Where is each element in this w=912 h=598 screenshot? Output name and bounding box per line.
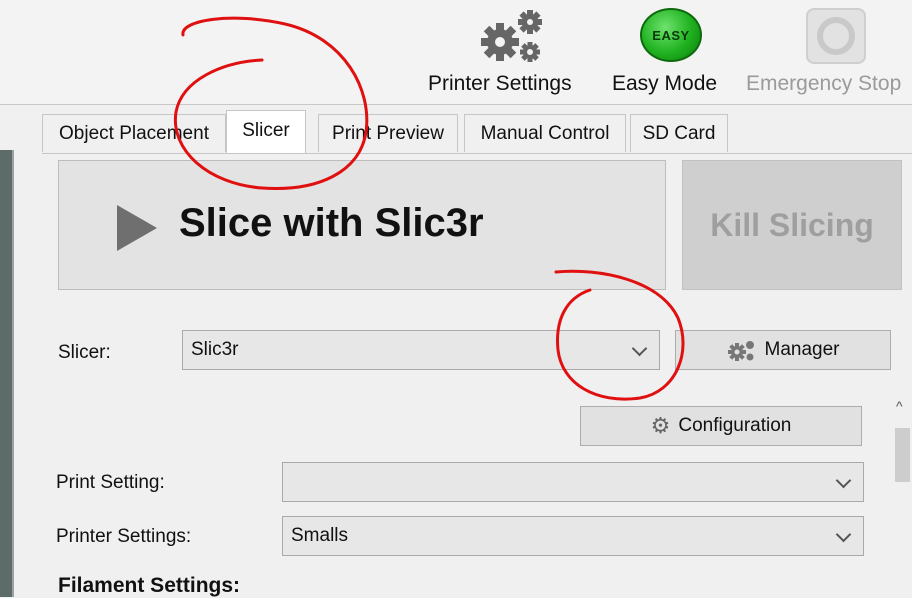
left-panel-edge: [0, 150, 12, 597]
chevron-down-icon: [835, 526, 852, 543]
play-icon: [117, 205, 157, 251]
slicer-label: Slicer:: [58, 342, 111, 363]
gears-icon: [727, 341, 754, 361]
easy-mode-button[interactable]: Easy Mode: [612, 72, 717, 96]
scroll-up-icon[interactable]: ^: [896, 398, 903, 414]
tab-slicer[interactable]: Slicer: [226, 110, 306, 154]
printer-settings-button[interactable]: Printer Settings: [428, 0, 598, 104]
configuration-button-label: Configuration: [678, 415, 792, 436]
emergency-stop-button[interactable]: Emergency Stop: [746, 72, 901, 96]
gear-icon: ⚙: [650, 413, 671, 438]
printer-settings-label: Printer Settings: [428, 72, 572, 95]
toolbar: Printer Settings EASY Easy Mode Emergenc…: [0, 0, 912, 104]
left-panel-edge-highlight: [12, 150, 14, 597]
slicer-select-value: Slic3r: [191, 339, 239, 360]
slice-button[interactable]: Slice with Slic3r: [58, 160, 666, 290]
toolbar-divider: [0, 104, 912, 105]
slicer-select[interactable]: Slic3r: [182, 330, 660, 370]
emergency-stop-icon: [806, 8, 866, 64]
slice-button-label: Slice with Slic3r: [179, 201, 484, 245]
tab-manual-control[interactable]: Manual Control: [464, 114, 626, 152]
easy-badge-text: EASY: [652, 27, 690, 43]
print-setting-label: Print Setting:: [56, 472, 165, 493]
scrollbar-thumb[interactable]: [895, 428, 910, 482]
kill-slicing-button[interactable]: Kill Slicing: [682, 160, 902, 290]
gears-icon: [481, 10, 542, 62]
chevron-down-icon: [835, 472, 852, 489]
easy-mode-icon[interactable]: EASY: [640, 8, 702, 62]
tab-sd-card[interactable]: SD Card: [630, 114, 728, 152]
scrollbar[interactable]: [893, 394, 912, 597]
chevron-down-icon: [631, 340, 648, 357]
printer-settings-select[interactable]: Smalls: [282, 516, 864, 556]
configuration-button[interactable]: ⚙ Configuration: [580, 406, 862, 446]
kill-slicing-label: Kill Slicing: [710, 206, 874, 243]
printer-settings-value: Smalls: [291, 525, 349, 546]
print-setting-select[interactable]: [282, 462, 864, 502]
tab-object-placement[interactable]: Object Placement: [42, 114, 226, 152]
printer-settings-label: Printer Settings:: [56, 526, 192, 547]
tab-panel-border: [42, 153, 912, 154]
filament-settings-heading: Filament Settings:: [58, 574, 241, 597]
manager-button-label: Manager: [764, 339, 840, 360]
manager-button[interactable]: Manager: [675, 330, 891, 370]
tab-print-preview[interactable]: Print Preview: [318, 114, 458, 152]
